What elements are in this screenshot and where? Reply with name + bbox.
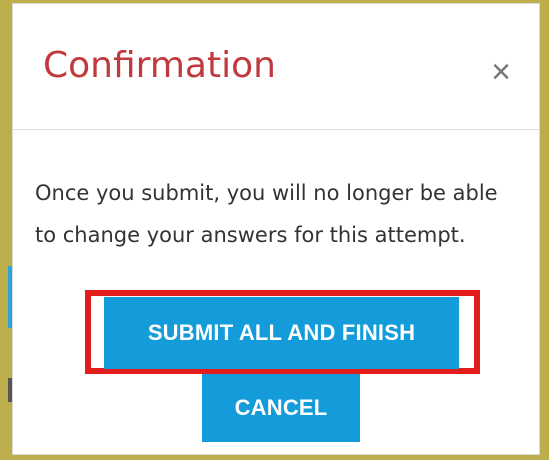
cancel-button[interactable]: CANCEL [202, 374, 360, 442]
dialog-title: Confirmation [43, 45, 276, 86]
dialog-message: Once you submit, you will no longer be a… [35, 181, 498, 247]
close-icon[interactable]: × [481, 52, 521, 92]
dialog-header: Confirmation × [13, 4, 539, 130]
submit-all-and-finish-button[interactable]: SUBMIT ALL AND FINISH [104, 297, 459, 369]
